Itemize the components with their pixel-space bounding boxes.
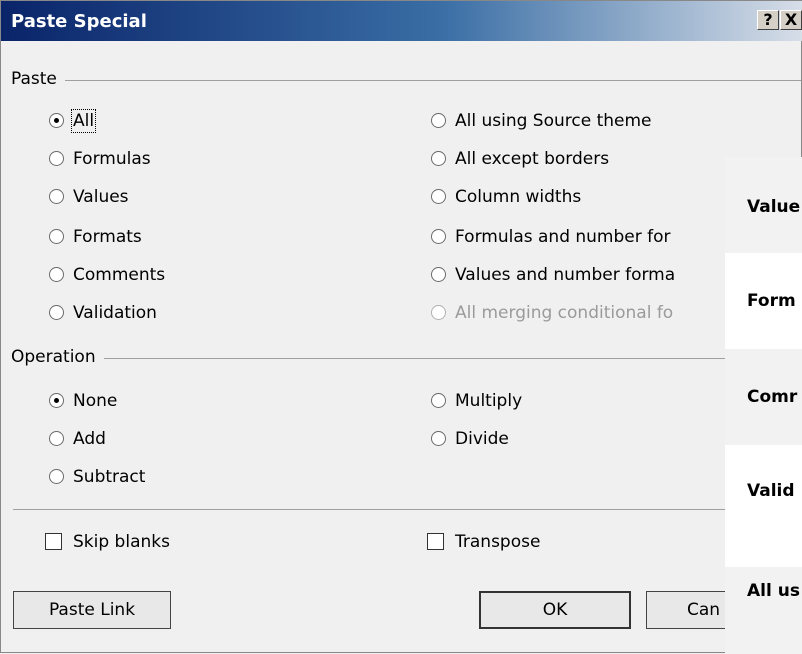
radio-selected-icon[interactable] [49, 113, 64, 128]
close-button[interactable]: X [780, 10, 802, 30]
radio-icon[interactable] [431, 229, 446, 244]
paste-link-button[interactable]: Paste Link [13, 591, 171, 629]
overlay-row-label: Value [747, 197, 801, 217]
overlay-row-label: Comr [747, 387, 798, 407]
paste-option-label: Comments [73, 265, 166, 285]
paste-option-label: All except borders [455, 149, 610, 169]
radio-icon[interactable] [431, 267, 446, 282]
overlay-row-label: Form [747, 291, 796, 311]
radio-icon[interactable] [49, 267, 64, 282]
radio-icon[interactable] [49, 469, 64, 484]
overlay-row: Form [725, 253, 802, 349]
radio-icon[interactable] [49, 305, 64, 320]
operation-option-label: Multiply [455, 391, 523, 411]
overlay-row-label: All us [747, 581, 800, 601]
radio-icon[interactable] [431, 393, 446, 408]
operation-option-label: Subtract [73, 467, 146, 487]
overlay-row: Valid [725, 445, 802, 567]
overlay-row: Comr [725, 349, 802, 445]
help-button[interactable]: ? [757, 10, 779, 30]
radio-icon[interactable] [49, 229, 64, 244]
operation-group-label: Operation [11, 347, 104, 367]
operation-group: Operation [11, 347, 801, 367]
paste-option-label: Values [73, 187, 129, 207]
operation-option-label: None [73, 391, 118, 411]
paste-group-label: Paste [11, 69, 65, 89]
checkbox-label: Skip blanks [73, 532, 170, 552]
paste-special-dialog: Paste Special ? X Paste All Formulas Val… [0, 0, 802, 654]
paste-option-label: Column widths [455, 187, 582, 207]
paste-option-label: Values and number forma [455, 265, 676, 285]
radio-icon[interactable] [431, 189, 446, 204]
paste-option-label: Formats [73, 227, 142, 247]
ok-button[interactable]: OK [479, 591, 631, 629]
paste-option-label: All [70, 109, 97, 133]
operation-group-divider [11, 358, 801, 359]
overlay-row-label: Valid [747, 481, 795, 501]
radio-icon[interactable] [431, 151, 446, 166]
options-separator [13, 509, 801, 510]
radio-selected-icon[interactable] [49, 393, 64, 408]
paste-option-label: Formulas and number for [455, 227, 671, 247]
paste-group: Paste [11, 69, 801, 89]
radio-icon[interactable] [431, 113, 446, 128]
overlay-panel: Value Form Comr Valid All us [725, 157, 802, 654]
overlay-row: All us [725, 567, 802, 654]
paste-option-label: All using Source theme [455, 111, 652, 131]
checkbox-icon[interactable] [427, 533, 444, 550]
checkbox-icon[interactable] [45, 533, 62, 550]
paste-option-label: Validation [73, 303, 157, 323]
title-bar: Paste Special ? X [1, 1, 802, 41]
operation-option-label: Add [73, 429, 106, 449]
overlay-row: Value [725, 157, 802, 253]
dialog-title: Paste Special [11, 11, 147, 32]
radio-icon[interactable] [431, 431, 446, 446]
paste-option-label: All merging conditional fo [455, 303, 674, 323]
radio-icon[interactable] [49, 151, 64, 166]
radio-disabled-icon [431, 305, 446, 320]
paste-option-label: Formulas [73, 149, 151, 169]
operation-option-label: Divide [455, 429, 509, 449]
paste-group-divider [11, 80, 801, 81]
radio-icon[interactable] [49, 189, 64, 204]
radio-icon[interactable] [49, 431, 64, 446]
checkbox-label: Transpose [455, 532, 541, 552]
